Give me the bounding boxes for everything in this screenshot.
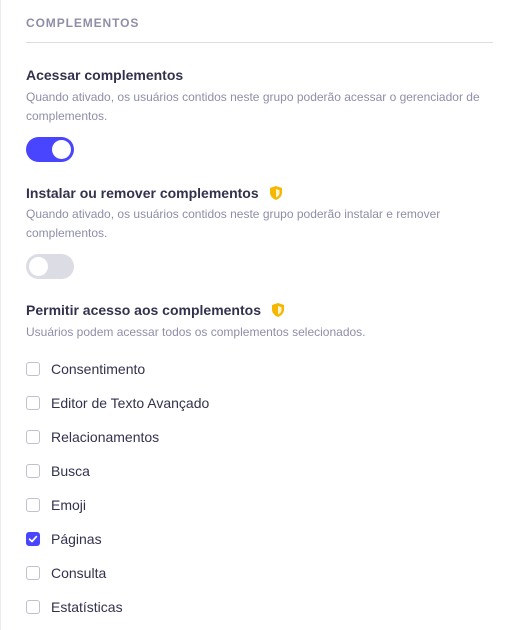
checkbox-option-consulta[interactable]: Consulta [26, 556, 209, 590]
checkbox-option-relacionamentos[interactable]: Relacionamentos [26, 420, 209, 454]
access-description: Usuários podem acessar todos os compleme… [26, 325, 366, 339]
checkbox-option-estatisticas[interactable]: Estatísticas [26, 590, 209, 624]
setting-description-instalar: Quando ativado, os usuários contidos nes… [26, 207, 441, 240]
setting-description-acessar: Quando ativado, os usuários contidos nes… [26, 90, 480, 123]
checkbox-label: Consulta [51, 565, 107, 581]
checkmark-icon [28, 535, 38, 543]
checkbox-option-busca[interactable]: Busca [26, 454, 209, 488]
setting-title-instalar: Instalar ou remover complementos [26, 185, 284, 201]
checkbox-option-editor-texto[interactable]: Editor de Texto Avançado [26, 386, 209, 420]
checkbox[interactable] [26, 430, 40, 444]
toggle-instalar-remover[interactable] [26, 254, 74, 279]
checkbox[interactable] [26, 600, 40, 614]
shield-icon [272, 303, 284, 317]
checkbox[interactable] [26, 498, 40, 512]
toggle-acessar-complementos[interactable] [26, 137, 74, 162]
checkbox[interactable] [26, 396, 40, 410]
access-title: Permitir acesso aos complementos [26, 302, 286, 318]
access-title-label: Permitir acesso aos complementos [26, 302, 261, 318]
checkbox[interactable] [26, 362, 40, 376]
checkbox-option-paginas[interactable]: Páginas [26, 522, 209, 556]
checkbox[interactable] [26, 566, 40, 580]
shield-icon [269, 186, 282, 200]
checkbox-label: Editor de Texto Avançado [51, 395, 210, 411]
checkbox[interactable] [26, 464, 40, 478]
checkbox-option-emoji[interactable]: Emoji [26, 488, 209, 522]
checkbox-label: Busca [51, 463, 90, 479]
checkbox-label: Consentimento [51, 361, 146, 377]
toggle-knob [29, 257, 48, 276]
panel-left-border [0, 0, 1, 630]
section-title: COMPLEMENTOS [26, 16, 140, 30]
checkbox-label: Relacionamentos [51, 429, 160, 445]
section-divider [26, 42, 493, 43]
setting-title-label: Acessar complementos [26, 67, 184, 83]
checkbox-label: Estatísticas [51, 599, 123, 615]
toggle-knob [52, 140, 71, 159]
complementos-checkbox-list: Consentimento Editor de Texto Avançado R… [26, 352, 209, 624]
checkbox-label: Emoji [51, 497, 87, 513]
checkbox-label: Páginas [51, 531, 102, 547]
setting-title-acessar: Acessar complementos [26, 67, 183, 83]
checkbox-checked[interactable] [26, 532, 40, 546]
setting-title-label: Instalar ou remover complementos [26, 185, 259, 201]
checkbox-option-consentimento[interactable]: Consentimento [26, 352, 209, 386]
